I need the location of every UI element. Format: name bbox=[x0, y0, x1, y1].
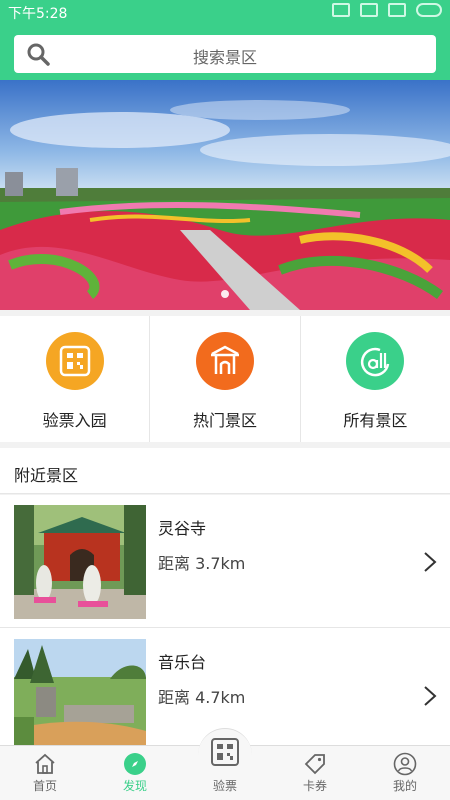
ticket-scan-icon bbox=[211, 738, 239, 766]
battery-icon bbox=[416, 3, 442, 17]
quick-item-label: 所有景区 bbox=[343, 411, 408, 430]
quick-item-label: 热门景区 bbox=[192, 411, 257, 430]
nearby-section-header: 附近景区 bbox=[0, 448, 450, 494]
scenic-thumbnail bbox=[14, 505, 146, 619]
tab-label: 卡券 bbox=[302, 779, 327, 793]
status-icons bbox=[332, 3, 442, 17]
banner-carousel[interactable] bbox=[0, 80, 450, 310]
quick-item-hot[interactable]: 热门景区 bbox=[150, 316, 301, 442]
scenic-thumbnail bbox=[14, 639, 146, 745]
wifi-icon bbox=[388, 3, 406, 17]
scenic-distance: 距离 3.7km bbox=[158, 554, 246, 573]
scenic-name: 音乐台 bbox=[158, 653, 207, 672]
chevron-right-icon bbox=[424, 686, 437, 706]
ticket-scan-button[interactable] bbox=[198, 728, 252, 782]
status-time: 下午5:28 bbox=[8, 6, 68, 22]
tab-label: 验票 bbox=[212, 779, 237, 793]
tab-label: 我的 bbox=[392, 779, 417, 793]
quick-item-ticket[interactable]: 验票入园 bbox=[0, 316, 151, 442]
gate-icon bbox=[195, 332, 254, 390]
carousel-indicator[interactable] bbox=[221, 290, 229, 298]
bottom-tab-bar: 首页 发现 验票 卡券 我的 bbox=[0, 728, 450, 800]
tab-ticket[interactable]: 验票 bbox=[180, 728, 270, 800]
tab-label: 首页 bbox=[32, 779, 57, 793]
status-bar: 下午5:28 bbox=[0, 0, 450, 24]
mute-icon bbox=[332, 3, 350, 17]
scenic-distance: 距离 4.7km bbox=[158, 688, 246, 707]
section-title: 附近景区 bbox=[14, 466, 79, 485]
tab-mine[interactable]: 我的 bbox=[360, 746, 450, 800]
quick-entry-grid: 验票入园 热门景区 所有景区 bbox=[0, 316, 450, 442]
tab-home[interactable]: 首页 bbox=[0, 746, 90, 800]
tab-label: 发现 bbox=[122, 779, 147, 793]
scenic-name: 灵谷寺 bbox=[158, 519, 207, 538]
compass-icon bbox=[124, 753, 146, 775]
search-header: 搜索景区 bbox=[0, 24, 450, 80]
coupon-icon bbox=[304, 754, 325, 775]
user-icon bbox=[393, 752, 417, 776]
chevron-right-icon bbox=[424, 552, 437, 572]
ticket-qr-icon bbox=[45, 332, 104, 390]
tab-discover[interactable]: 发现 bbox=[90, 746, 180, 800]
search-input[interactable]: 搜索景区 bbox=[14, 35, 436, 73]
close-box-icon bbox=[360, 3, 378, 17]
search-placeholder: 搜索景区 bbox=[192, 48, 257, 67]
tab-coupon[interactable]: 卡券 bbox=[270, 746, 360, 800]
all-icon bbox=[346, 332, 405, 390]
banner-image bbox=[0, 80, 450, 310]
list-item[interactable]: 灵谷寺 距离 3.7km bbox=[0, 495, 450, 628]
quick-item-label: 验票入园 bbox=[42, 411, 107, 430]
home-icon bbox=[35, 753, 55, 774]
quick-item-all[interactable]: 所有景区 bbox=[301, 316, 450, 442]
nearby-list: 灵谷寺 距离 3.7km 音乐台 距离 4.7km bbox=[0, 495, 450, 745]
